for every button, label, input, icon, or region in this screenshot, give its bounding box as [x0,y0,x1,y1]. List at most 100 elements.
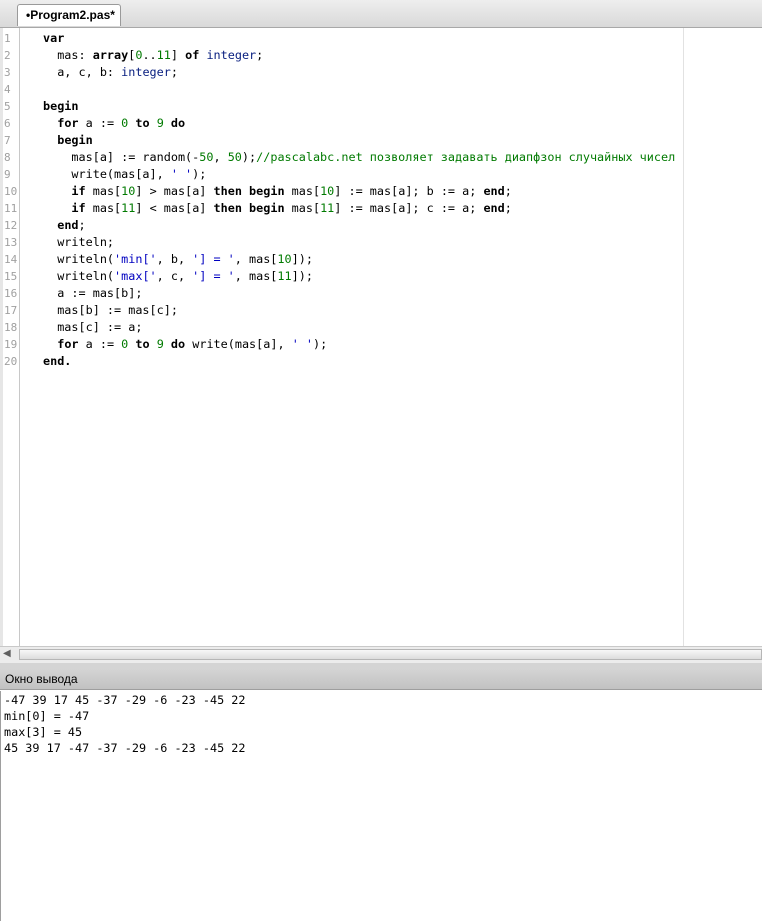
tab-strip: •Program2.pas* [0,0,762,28]
string-token: ' ' [170,167,193,181]
line-number: 20 [4,355,18,368]
number-token: 11 [121,201,136,215]
line-number: 18 [4,321,18,334]
keyword-token: begin [43,99,79,113]
horizontal-scrollbar[interactable]: ◀ [0,646,762,663]
scroll-left-icon[interactable]: ◀ [3,648,11,659]
keyword-token: begin [57,133,93,147]
code-token: a, c, b: [43,65,122,79]
code-line[interactable]: writeln('min[', b, '] = ', mas[10]); [43,251,313,268]
output-panel-title: Окно вывода [5,672,78,686]
code-line[interactable]: end. [43,353,71,370]
code-line[interactable]: write(mas[a], ' '); [43,166,206,183]
keyword-token: of [185,48,200,62]
keyword-token: then [213,201,242,215]
line-number: 8 [4,151,11,164]
keyword-token: end [57,218,79,232]
code-token: ] [170,48,186,62]
line-number: 15 [4,270,18,283]
line-number: 13 [4,236,18,249]
output-line: 45 39 17 -47 -37 -29 -6 -23 -45 22 [4,741,246,755]
keyword-token: begin [249,184,285,198]
code-token: write(mas[a], [185,337,292,351]
line-number: 3 [4,66,11,79]
keyword-token: do [170,337,186,351]
code-token: ] := mas[a]; b := a; [334,184,484,198]
code-line[interactable]: mas[b] := mas[c]; [43,302,178,319]
code-line[interactable]: mas[a] := random(-50, 50);//pascalabc.ne… [43,149,675,166]
code-token: ; [504,201,512,215]
code-token: ] := mas[a]; c := a; [334,201,484,215]
code-token: ]); [291,252,313,266]
code-token: a := mas[b]; [43,286,143,300]
keyword-token: for [57,337,79,351]
scrollbar-thumb[interactable] [19,649,762,660]
code-token: writeln( [43,252,115,266]
code-token: writeln( [43,269,115,283]
code-line[interactable]: writeln('max[', c, '] = ', mas[11]); [43,268,313,285]
code-line[interactable]: mas: array[0..11] of integer; [43,47,263,64]
code-line[interactable]: mas[c] := a; [43,319,142,336]
code-line[interactable]: if mas[11] < mas[a] then begin mas[11] :… [43,200,512,217]
line-number: 14 [4,253,18,266]
keyword-token: end. [43,354,72,368]
line-number: 7 [4,134,11,147]
number-token: 11 [277,269,292,283]
code-token: writeln; [43,235,115,249]
keyword-token: if [71,184,86,198]
keyword-token: var [43,31,65,45]
code-token: mas[ [85,201,122,215]
string-token: 'max[' [114,269,157,283]
output-line: min[0] = -47 [4,709,90,723]
keyword-token: end [483,184,505,198]
line-number: 2 [4,49,11,62]
code-line[interactable]: if mas[10] > mas[a] then begin mas[10] :… [43,183,512,200]
line-number: 6 [4,117,11,130]
keyword-token: to [135,337,150,351]
code-line[interactable]: var [43,30,64,47]
type-token: integer [206,48,257,62]
tab-program2[interactable]: •Program2.pas* [17,4,121,26]
code-token: ); [192,167,207,181]
code-line[interactable]: writeln; [43,234,114,251]
output-line: max[3] = 45 [4,725,83,739]
code-line[interactable]: for a := 0 to 9 do write(mas[a], ' '); [43,336,327,353]
output-panel[interactable]: -47 39 17 45 -37 -29 -6 -23 -45 22 min[0… [0,691,762,921]
code-token: mas[ [284,184,321,198]
code-line[interactable]: for a := 0 to 9 do [43,115,185,132]
code-token: , b, [156,252,193,266]
line-number: 1 [4,32,11,45]
code-token: ); [241,150,257,164]
code-line[interactable]: a := mas[b]; [43,285,142,302]
code-line[interactable]: end; [43,217,85,234]
code-token: a := [78,116,122,130]
tab-title: Program2.pas* [30,8,115,22]
code-line[interactable]: a, c, b: integer; [43,64,178,81]
comment-token: //pascalabc.net позволяет задавать диапф… [256,150,676,164]
line-number: 12 [4,219,18,232]
code-line[interactable]: begin [43,132,93,149]
keyword-token: for [57,116,79,130]
code-token: ; [504,184,512,198]
number-token: 50 [199,150,214,164]
keyword-token: then [213,184,242,198]
code-token: ; [256,48,264,62]
keyword-token: begin [249,201,285,215]
code-token: , c, [156,269,193,283]
number-token: 9 [156,337,164,351]
code-line[interactable]: begin [43,98,79,115]
output-panel-header: Окно вывода [0,669,762,690]
code-token: mas: [43,48,93,62]
string-token: '] = ' [192,252,235,266]
number-token: 9 [156,116,164,130]
line-number: 10 [4,185,18,198]
